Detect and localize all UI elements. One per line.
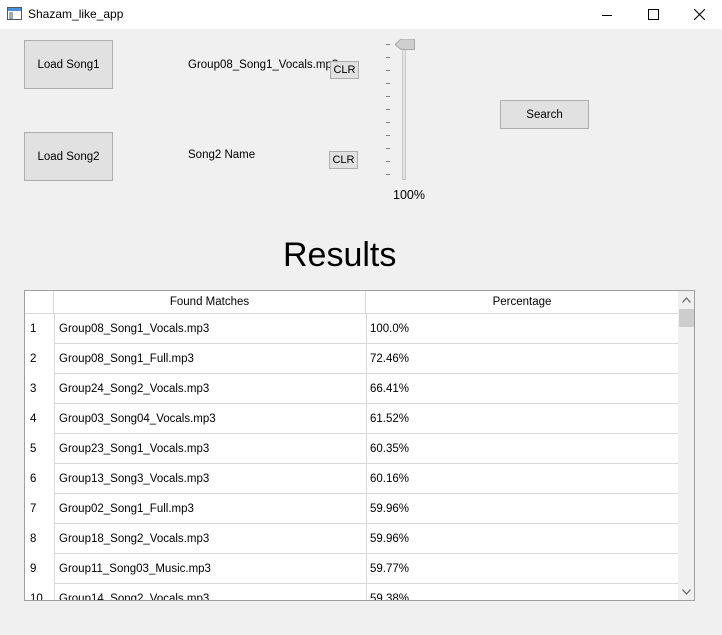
table-row[interactable]: 2 Group08_Song1_Full.mp3 72.46% <box>25 344 678 374</box>
maximize-icon <box>647 9 659 20</box>
table-row[interactable]: 3 Group24_Song2_Vocals.mp3 66.41% <box>25 374 678 404</box>
scroll-down-button[interactable] <box>678 583 694 600</box>
load-song2-button[interactable]: Load Song2 <box>24 132 113 181</box>
clear-song2-button[interactable]: CLR <box>329 151 358 169</box>
clear-song1-button[interactable]: CLR <box>330 61 359 79</box>
slider-tick <box>386 148 390 149</box>
match-percentage-cell[interactable]: 100.0% <box>366 314 678 344</box>
table-row[interactable]: 8 Group18_Song2_Vocals.mp3 59.96% <box>25 524 678 554</box>
match-percentage-cell[interactable]: 61.52% <box>366 404 678 434</box>
app-window-icon <box>7 7 22 20</box>
match-name-cell[interactable]: Group03_Song04_Vocals.mp3 <box>54 404 366 434</box>
row-index[interactable]: 3 <box>25 374 54 404</box>
table-row[interactable]: 7 Group02_Song1_Full.mp3 59.96% <box>25 494 678 524</box>
row-index[interactable]: 6 <box>25 464 54 494</box>
match-percentage-cell[interactable]: 59.96% <box>366 494 678 524</box>
match-name-cell[interactable]: Group11_Song03_Music.mp3 <box>54 554 366 584</box>
title-bar: Shazam_like_app <box>0 0 722 29</box>
match-name-cell[interactable]: Group14_Song2_Vocals.mp3 <box>54 584 366 600</box>
match-name-cell[interactable]: Group18_Song2_Vocals.mp3 <box>54 524 366 554</box>
header-percentage[interactable]: Percentage <box>366 291 678 314</box>
slider-tick <box>386 44 390 45</box>
slider-tick <box>386 174 390 175</box>
table-body: 1 Group08_Song1_Vocals.mp3 100.0% 2 Grou… <box>25 314 678 600</box>
match-name-cell[interactable]: Group08_Song1_Full.mp3 <box>54 344 366 374</box>
row-index[interactable]: 1 <box>25 314 54 344</box>
match-percentage-cell[interactable]: 59.77% <box>366 554 678 584</box>
row-index[interactable]: 5 <box>25 434 54 464</box>
row-index[interactable]: 7 <box>25 494 54 524</box>
mix-percent-label: 100% <box>393 188 425 202</box>
match-percentage-cell[interactable]: 60.16% <box>366 464 678 494</box>
match-name-cell[interactable]: Group08_Song1_Vocals.mp3 <box>54 314 366 344</box>
row-index[interactable]: 4 <box>25 404 54 434</box>
row-index[interactable]: 2 <box>25 344 54 374</box>
load-song1-button[interactable]: Load Song1 <box>24 40 113 89</box>
match-percentage-cell[interactable]: 59.96% <box>366 524 678 554</box>
close-icon <box>693 9 705 20</box>
search-button[interactable]: Search <box>500 100 589 129</box>
match-name-cell[interactable]: Group24_Song2_Vocals.mp3 <box>54 374 366 404</box>
slider-tick <box>386 57 390 58</box>
match-percentage-cell[interactable]: 59.38% <box>366 584 678 600</box>
chevron-down-icon <box>682 588 691 595</box>
vertical-scrollbar[interactable] <box>678 291 694 600</box>
slider-groove[interactable] <box>402 44 406 180</box>
match-percentage-cell[interactable]: 66.41% <box>366 374 678 404</box>
row-index[interactable]: 10 <box>25 584 54 600</box>
maximize-button[interactable] <box>630 0 676 29</box>
close-button[interactable] <box>676 0 722 29</box>
minimize-button[interactable] <box>584 0 630 29</box>
slider-tick <box>386 122 390 123</box>
row-index[interactable]: 8 <box>25 524 54 554</box>
table-row[interactable]: 5 Group23_Song1_Vocals.mp3 60.35% <box>25 434 678 464</box>
window-title: Shazam_like_app <box>28 7 124 21</box>
table-row[interactable]: 1 Group08_Song1_Vocals.mp3 100.0% <box>25 314 678 344</box>
table-row[interactable]: 4 Group03_Song04_Vocals.mp3 61.52% <box>25 404 678 434</box>
chevron-up-icon <box>682 296 691 303</box>
match-percentage-cell[interactable]: 72.46% <box>366 344 678 374</box>
slider-tick <box>386 83 390 84</box>
scroll-up-button[interactable] <box>678 291 694 308</box>
results-table[interactable]: Found Matches Percentage 1 Group08_Song1… <box>24 290 695 601</box>
slider-tick <box>386 135 390 136</box>
match-name-cell[interactable]: Group02_Song1_Full.mp3 <box>54 494 366 524</box>
table-corner[interactable] <box>25 291 54 314</box>
table-row[interactable]: 9 Group11_Song03_Music.mp3 59.77% <box>25 554 678 584</box>
scroll-thumb[interactable] <box>679 309 694 327</box>
table-row[interactable]: 6 Group13_Song3_Vocals.mp3 60.16% <box>25 464 678 494</box>
table-row[interactable]: 10 Group14_Song2_Vocals.mp3 59.38% <box>25 584 678 600</box>
match-name-cell[interactable]: Group23_Song1_Vocals.mp3 <box>54 434 366 464</box>
slider-tick <box>386 109 390 110</box>
slider-tick <box>386 70 390 71</box>
table-header: Found Matches Percentage <box>25 291 678 314</box>
song2-name-label: Song2 Name <box>188 149 256 161</box>
slider-tick <box>386 161 390 162</box>
results-title: Results <box>283 236 397 274</box>
slider-handle[interactable] <box>395 39 415 50</box>
header-found-matches[interactable]: Found Matches <box>54 291 366 314</box>
row-index[interactable]: 9 <box>25 554 54 584</box>
match-percentage-cell[interactable]: 60.35% <box>366 434 678 464</box>
match-name-cell[interactable]: Group13_Song3_Vocals.mp3 <box>54 464 366 494</box>
slider-tick <box>386 96 390 97</box>
minimize-icon <box>602 14 612 16</box>
song1-name-label: Group08_Song1_Vocals.mp3 <box>188 59 339 71</box>
